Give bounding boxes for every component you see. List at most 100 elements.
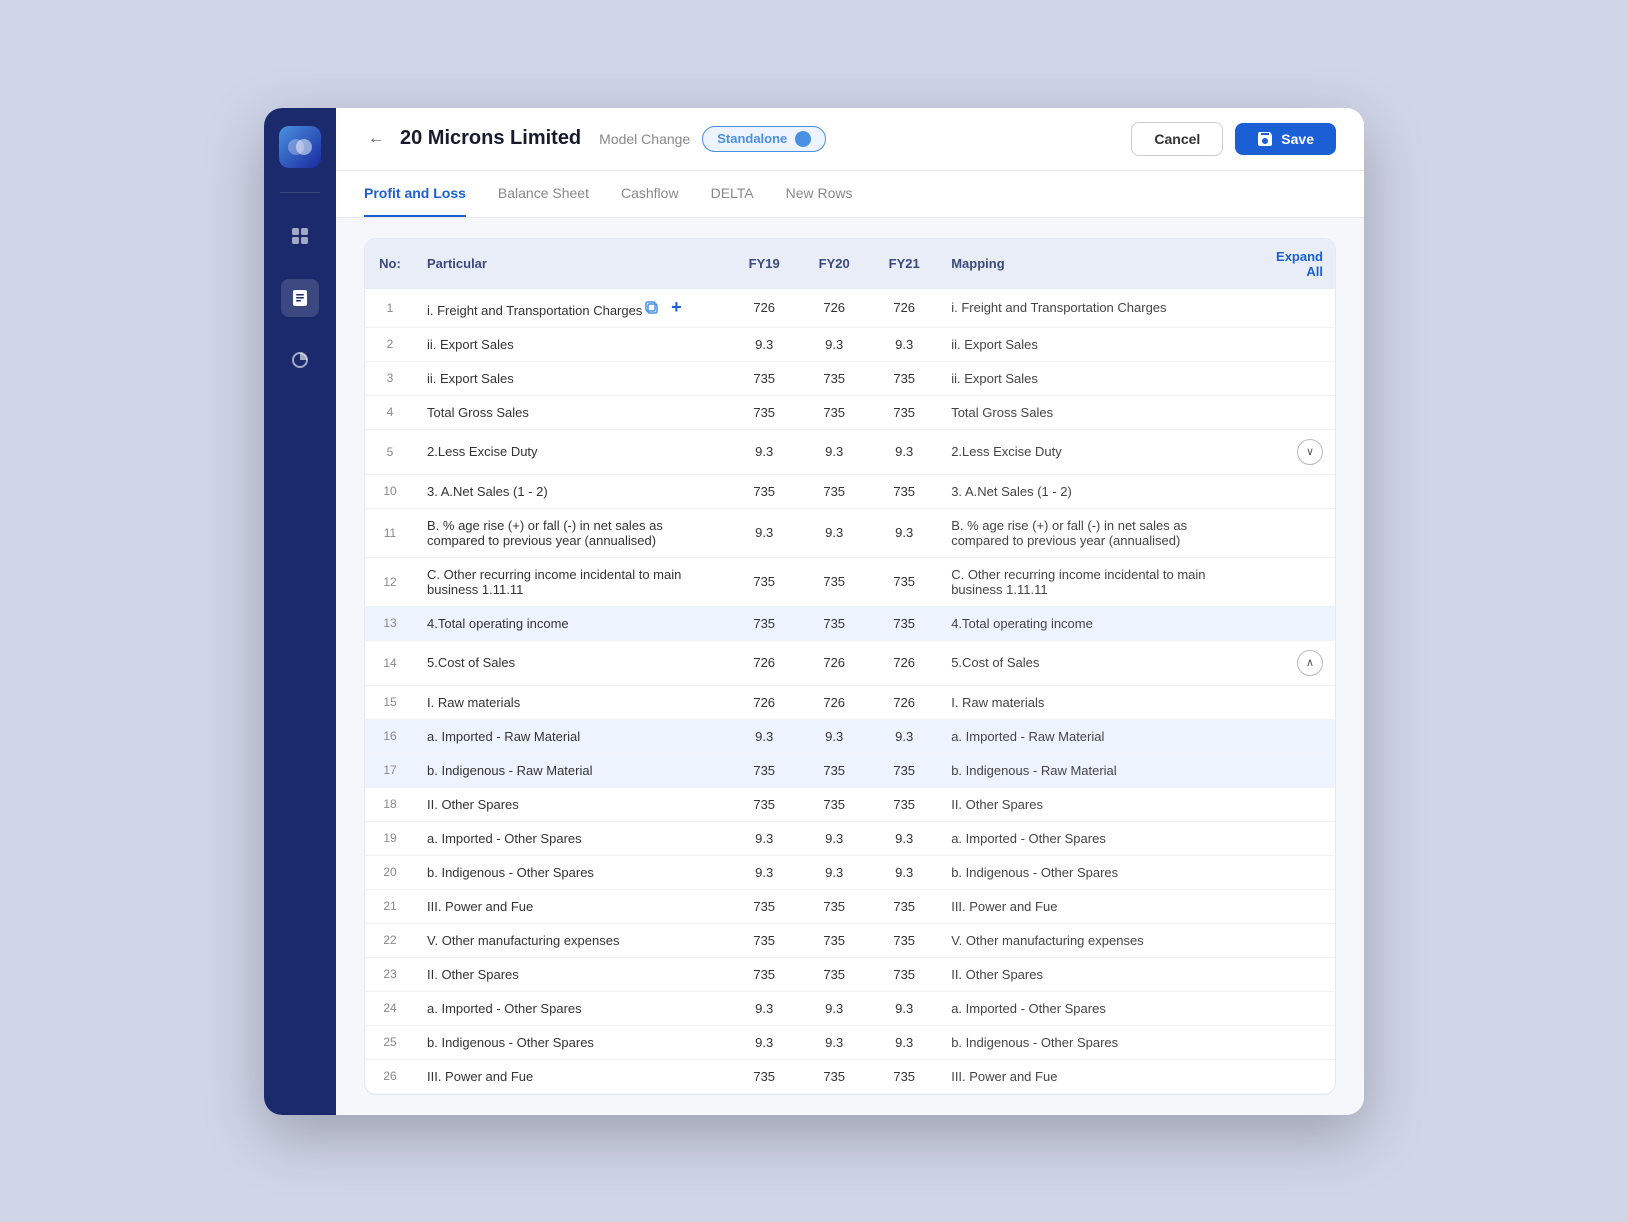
add-icon[interactable]: + (666, 298, 686, 318)
cell-fy19: 735 (729, 606, 799, 640)
cell-action (1253, 821, 1335, 855)
sidebar-icon-grid[interactable] (281, 217, 319, 255)
standalone-badge[interactable]: Standalone (702, 126, 826, 152)
cell-action (1253, 395, 1335, 429)
cell-fy21: 9.3 (869, 855, 939, 889)
tab-new-rows[interactable]: New Rows (786, 171, 853, 217)
cell-mapping: i. Freight and Transportation Charges (939, 289, 1253, 328)
table-row: 19a. Imported - Other Spares9.39.39.3a. … (365, 821, 1335, 855)
cell-fy21: 735 (869, 361, 939, 395)
cell-fy20: 735 (799, 557, 869, 606)
table-row: 26III. Power and Fue735735735III. Power … (365, 1059, 1335, 1093)
cell-mapping: ii. Export Sales (939, 327, 1253, 361)
cell-action (1253, 787, 1335, 821)
cell-fy19: 735 (729, 1059, 799, 1093)
tab-cashflow[interactable]: Cashflow (621, 171, 679, 217)
standalone-toggle[interactable] (795, 131, 811, 147)
cancel-button[interactable]: Cancel (1131, 122, 1223, 156)
cell-fy21: 735 (869, 957, 939, 991)
cell-action (1253, 889, 1335, 923)
cell-no: 11 (365, 508, 415, 557)
cell-fy20: 726 (799, 289, 869, 328)
cell-fy20: 9.3 (799, 991, 869, 1025)
table-row: 4Total Gross Sales735735735Total Gross S… (365, 395, 1335, 429)
expand-button[interactable]: ∧ (1297, 650, 1323, 676)
cell-fy20: 726 (799, 685, 869, 719)
sidebar-icon-chart[interactable] (281, 341, 319, 379)
cell-fy21: 735 (869, 606, 939, 640)
cell-mapping: a. Imported - Other Spares (939, 991, 1253, 1025)
cell-no: 12 (365, 557, 415, 606)
cell-action (1253, 923, 1335, 957)
table-container: No: Particular FY19 FY20 FY21 Mapping Ex… (336, 218, 1364, 1115)
cell-fy20: 735 (799, 787, 869, 821)
topbar: ← 20 Microns Limited Model Change Standa… (336, 108, 1364, 171)
cell-mapping: II. Other Spares (939, 787, 1253, 821)
cell-no: 17 (365, 753, 415, 787)
cell-fy20: 9.3 (799, 855, 869, 889)
cell-no: 10 (365, 474, 415, 508)
cell-action (1253, 685, 1335, 719)
expand-all-button[interactable]: Expand All (1253, 239, 1335, 289)
app-logo (279, 126, 321, 168)
tab-delta[interactable]: DELTA (711, 171, 754, 217)
cell-mapping: C. Other recurring income incidental to … (939, 557, 1253, 606)
cell-fy20: 9.3 (799, 429, 869, 474)
cell-no: 14 (365, 640, 415, 685)
table-row: 103. A.Net Sales (1 - 2)7357357353. A.Ne… (365, 474, 1335, 508)
cell-fy21: 735 (869, 395, 939, 429)
back-button[interactable]: ← (364, 126, 388, 152)
cell-mapping: Total Gross Sales (939, 395, 1253, 429)
cell-action (1253, 753, 1335, 787)
cell-fy21: 735 (869, 474, 939, 508)
cell-fy19: 735 (729, 923, 799, 957)
cell-no: 13 (365, 606, 415, 640)
tab-balance-sheet[interactable]: Balance Sheet (498, 171, 589, 217)
cell-no: 20 (365, 855, 415, 889)
table-row: 2ii. Export Sales9.39.39.3ii. Export Sal… (365, 327, 1335, 361)
cell-no: 23 (365, 957, 415, 991)
cell-fy20: 9.3 (799, 719, 869, 753)
copy-icon[interactable] (642, 298, 662, 318)
cell-particular: V. Other manufacturing expenses (415, 923, 729, 957)
tab-bar: Profit and Loss Balance Sheet Cashflow D… (336, 171, 1364, 218)
cell-fy21: 735 (869, 1059, 939, 1093)
table-row: 12 C. Other recurring income incidental t… (365, 557, 1335, 606)
save-button[interactable]: Save (1235, 123, 1336, 155)
cell-no: 25 (365, 1025, 415, 1059)
cell-mapping: II. Other Spares (939, 957, 1253, 991)
cell-particular: 5.Cost of Sales (415, 640, 729, 685)
table-row: 24a. Imported - Other Spares9.39.39.3a. … (365, 991, 1335, 1025)
cell-fy20: 9.3 (799, 508, 869, 557)
cell-fy19: 9.3 (729, 821, 799, 855)
tab-profit-loss[interactable]: Profit and Loss (364, 171, 466, 217)
collapse-button[interactable]: ∨ (1297, 439, 1323, 465)
cell-fy19: 9.3 (729, 991, 799, 1025)
table-row: 1i. Freight and Transportation Charges +… (365, 289, 1335, 328)
cell-action (1253, 991, 1335, 1025)
cell-particular: ii. Export Sales (415, 327, 729, 361)
cell-fy20: 735 (799, 606, 869, 640)
cell-fy21: 726 (869, 289, 939, 328)
cell-action: ∧ (1253, 640, 1335, 685)
cell-no: 5 (365, 429, 415, 474)
cell-fy21: 735 (869, 787, 939, 821)
col-mapping: Mapping (939, 239, 1253, 289)
col-no: No: (365, 239, 415, 289)
cell-particular: b. Indigenous - Other Spares (415, 855, 729, 889)
cell-no: 22 (365, 923, 415, 957)
standalone-label: Standalone (717, 131, 787, 146)
cell-fy20: 735 (799, 923, 869, 957)
cell-action (1253, 1059, 1335, 1093)
cell-mapping: ii. Export Sales (939, 361, 1253, 395)
main-content: ← 20 Microns Limited Model Change Standa… (336, 108, 1364, 1115)
cell-mapping: III. Power and Fue (939, 889, 1253, 923)
cell-fy21: 9.3 (869, 1025, 939, 1059)
cell-fy20: 726 (799, 640, 869, 685)
cell-fy19: 9.3 (729, 1025, 799, 1059)
cell-mapping: B. % age rise (+) or fall (-) in net sal… (939, 508, 1253, 557)
model-change-label: Model Change (599, 131, 690, 147)
cell-mapping: a. Imported - Other Spares (939, 821, 1253, 855)
topbar-right: Cancel Save (1131, 122, 1336, 156)
sidebar-icon-doc[interactable] (281, 279, 319, 317)
